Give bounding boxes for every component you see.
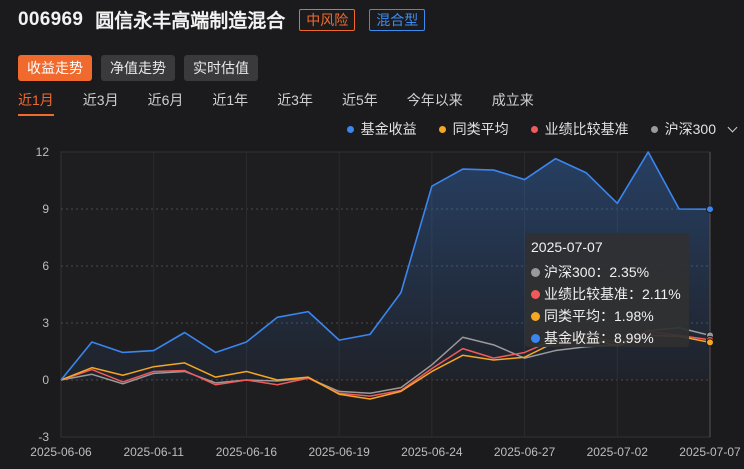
x-tick-label: 2025-06-24 [401,445,463,459]
tooltip-dot-icon [531,289,540,299]
tooltip-dot-icon [531,333,540,343]
tooltip-dot-icon [531,267,540,277]
tooltip-row-peer-average: 同类平均：1.98% [531,305,683,327]
x-tick-label: 2025-06-19 [308,445,370,459]
fund-return-marker [706,205,714,214]
y-tick-label: 9 [42,202,49,216]
tooltip-dot-icon [531,311,540,321]
y-tick-label: 6 [42,259,49,273]
tooltip-row-benchmark: 业绩比较基准：2.11% [531,283,683,305]
y-tick-label: 12 [36,145,50,159]
y-tick-label: -3 [38,430,49,444]
x-tick-label: 2025-07-02 [587,445,649,459]
x-tick-label: 2025-07-07 [679,445,741,459]
y-tick-label: 0 [42,373,49,387]
x-tick-label: 2025-06-16 [216,445,278,459]
tooltip-row-csi300: 沪深300：2.35% [531,261,683,283]
x-tick-label: 2025-06-11 [123,445,184,459]
tooltip-value: 业绩比较基准：2.11% [544,286,681,302]
peer-average-marker [706,338,714,347]
tooltip-value: 基金收益：8.99% [544,330,654,346]
tooltip-value: 同类平均：1.98% [544,308,654,324]
tooltip-date: 2025-07-07 [531,239,603,255]
x-tick-label: 2025-06-06 [30,445,92,459]
x-tick-label: 2025-06-27 [494,445,556,459]
y-tick-label: 3 [42,316,49,330]
tooltip-value: 沪深300：2.35% [544,264,650,280]
chart-tooltip: 2025-07-07 沪深300：2.35% 业绩比较基准：2.11% 同类平均… [525,233,689,347]
tooltip-row-fund-return: 基金收益：8.99% [531,327,683,349]
